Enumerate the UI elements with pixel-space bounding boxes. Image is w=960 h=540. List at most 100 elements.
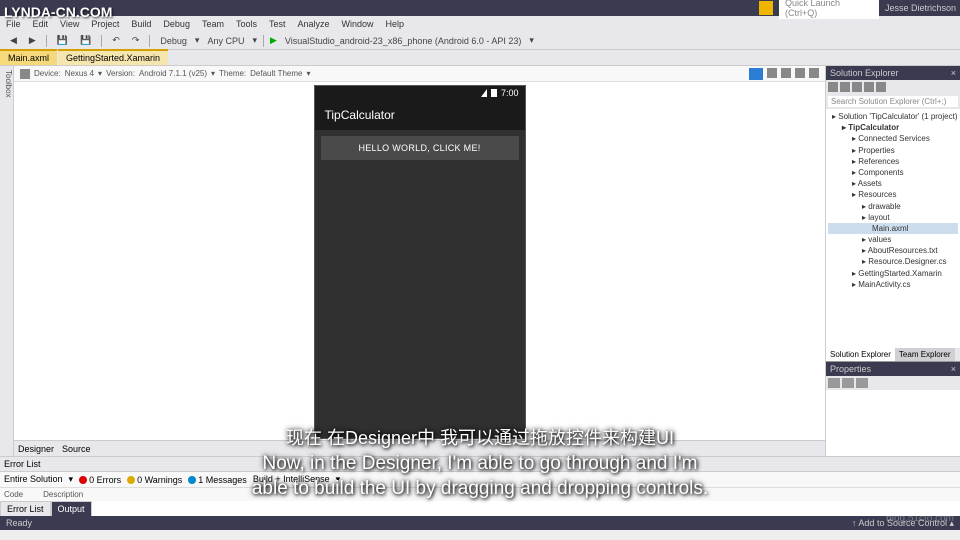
tree-node[interactable]: ▸ MainActivity.cs <box>828 279 958 290</box>
solution-search-input[interactable]: Search Solution Explorer (Ctrl+;) <box>828 96 958 107</box>
error-columns: Code Description <box>0 488 960 501</box>
phone-preview: 7:00 TipCalculator HELLO WORLD, CLICK ME… <box>315 86 525 438</box>
device-icon <box>20 69 30 79</box>
app-title: TipCalculator <box>325 108 395 122</box>
device-dropdown[interactable]: Nexus 4 <box>65 69 94 78</box>
solution-toolbar <box>826 80 960 94</box>
phone-appbar: TipCalculator <box>315 100 525 130</box>
tree-node[interactable]: ▸ Assets <box>828 178 958 189</box>
rotate-icon[interactable] <box>795 68 805 78</box>
menu-team[interactable]: Team <box>202 19 224 29</box>
designer-toolbar: Device: Nexus 4▾ Version: Android 7.1.1 … <box>14 66 825 82</box>
run-icon[interactable]: ▶ <box>270 35 277 46</box>
error-list-header: Error List <box>0 457 960 472</box>
tab-output[interactable]: Output <box>51 501 92 516</box>
wrench-icon[interactable] <box>856 378 868 388</box>
phone-statusbar: 7:00 <box>315 86 525 100</box>
menu-help[interactable]: Help <box>386 19 405 29</box>
tab-designer[interactable]: Designer <box>18 444 54 454</box>
zoom-in-icon[interactable] <box>781 68 791 78</box>
tree-node[interactable]: ▸ values <box>828 234 958 245</box>
notification-icon[interactable] <box>759 1 773 15</box>
quick-launch-input[interactable]: Quick Launch (Ctrl+Q) <box>779 0 879 19</box>
designer-canvas[interactable]: 7:00 TipCalculator HELLO WORLD, CLICK ME… <box>14 82 825 440</box>
menu-window[interactable]: Window <box>342 19 374 29</box>
close-icon[interactable]: × <box>951 68 956 78</box>
undo-icon[interactable]: ↶ <box>108 34 124 47</box>
tab-error-list[interactable]: Error List <box>0 501 51 516</box>
platform-dropdown[interactable]: Any CPU <box>203 35 248 47</box>
separator <box>263 35 264 47</box>
separator <box>46 35 47 47</box>
tab-source[interactable]: Source <box>62 444 91 454</box>
menu-file[interactable]: File <box>6 19 21 29</box>
menu-view[interactable]: View <box>60 19 79 29</box>
menu-edit[interactable]: Edit <box>33 19 49 29</box>
tree-node[interactable]: ▸ Solution 'TipCalculator' (1 project) <box>828 111 958 122</box>
menu-debug[interactable]: Debug <box>163 19 190 29</box>
redo-icon[interactable]: ↷ <box>128 34 144 47</box>
home-icon[interactable] <box>828 82 838 92</box>
hello-world-button[interactable]: HELLO WORLD, CLICK ME! <box>321 136 519 160</box>
menu-tools[interactable]: Tools <box>236 19 257 29</box>
save-all-icon[interactable]: 💾 <box>76 34 95 47</box>
menu-analyze[interactable]: Analyze <box>298 19 330 29</box>
col-description[interactable]: Description <box>43 490 83 499</box>
tab-solution-explorer[interactable]: Solution Explorer <box>826 348 895 361</box>
errors-filter[interactable]: 0 Errors <box>79 474 121 485</box>
close-icon[interactable]: × <box>951 364 956 374</box>
solution-explorer-header: Solution Explorer × <box>826 66 960 80</box>
menu-build[interactable]: Build <box>131 19 151 29</box>
solution-tree[interactable]: ▸ Solution 'TipCalculator' (1 project)▸ … <box>826 109 960 348</box>
designer-view-icon[interactable] <box>749 68 763 80</box>
tree-node[interactable]: ▸ layout <box>828 212 958 223</box>
tree-node[interactable]: ▸ GettingStarted.Xamarin <box>828 268 958 279</box>
collapse-icon[interactable] <box>852 82 862 92</box>
settings-icon[interactable] <box>809 68 819 78</box>
az-icon[interactable] <box>842 378 854 388</box>
config-dropdown[interactable]: Debug <box>156 35 191 47</box>
show-all-icon[interactable] <box>864 82 874 92</box>
error-list-panel: Error List Entire Solution▾ 0 Errors 0 W… <box>0 456 960 516</box>
device-label: Device: <box>34 69 61 78</box>
bottom-tabs: Error List Output <box>0 501 960 516</box>
build-intellisense-dropdown[interactable]: Build + IntelliSense <box>253 474 330 485</box>
tree-node[interactable]: ▸ Properties <box>828 145 958 156</box>
tree-node[interactable]: ▸ AboutResources.txt <box>828 245 958 256</box>
toolbox-rail[interactable]: Toolbox <box>0 66 14 456</box>
solution-explorer-panel: Solution Explorer × Search Solution Expl… <box>825 66 960 456</box>
tree-node[interactable]: ▸ Resource.Designer.cs <box>828 256 958 267</box>
tree-node[interactable]: ▸ drawable <box>828 201 958 212</box>
categorize-icon[interactable] <box>828 378 840 388</box>
version-label: Version: <box>106 69 135 78</box>
statusbar: Ready ↑ Add to Source Control ▴ <box>0 516 960 530</box>
nav-back-icon[interactable]: ◀ <box>6 34 21 47</box>
version-dropdown[interactable]: Android 7.1.1 (v25) <box>139 69 207 78</box>
warnings-filter[interactable]: 0 Warnings <box>127 474 182 485</box>
zoom-out-icon[interactable] <box>767 68 777 78</box>
user-label: Jesse Dietrichson <box>885 3 956 13</box>
tree-node[interactable]: ▸ Components <box>828 167 958 178</box>
save-icon[interactable]: 💾 <box>53 34 72 47</box>
properties-icon[interactable] <box>876 82 886 92</box>
tree-node[interactable]: Main.axml <box>828 223 958 234</box>
info-icon <box>188 476 196 484</box>
tab-main-axml[interactable]: Main.axml <box>0 49 57 65</box>
tree-node[interactable]: ▸ TipCalculator <box>828 122 958 133</box>
theme-label: Theme: <box>219 69 246 78</box>
messages-filter[interactable]: 1 Messages <box>188 474 247 485</box>
tree-node[interactable]: ▸ Connected Services <box>828 133 958 144</box>
tab-team-explorer[interactable]: Team Explorer <box>895 348 955 361</box>
refresh-icon[interactable] <box>840 82 850 92</box>
panel-tabs: Solution Explorer Team Explorer <box>826 348 960 361</box>
theme-dropdown[interactable]: Default Theme <box>250 69 302 78</box>
col-code[interactable]: Code <box>4 490 23 499</box>
menu-test[interactable]: Test <box>269 19 286 29</box>
menu-project[interactable]: Project <box>91 19 119 29</box>
nav-fwd-icon[interactable]: ▶ <box>25 34 40 47</box>
tree-node[interactable]: ▸ References <box>828 156 958 167</box>
scope-dropdown[interactable]: Entire Solution <box>4 474 63 485</box>
tree-node[interactable]: ▸ Resources <box>828 189 958 200</box>
run-target-dropdown[interactable]: VisualStudio_android-23_x86_phone (Andro… <box>281 35 526 47</box>
tab-getting-started[interactable]: GettingStarted.Xamarin <box>58 49 168 65</box>
